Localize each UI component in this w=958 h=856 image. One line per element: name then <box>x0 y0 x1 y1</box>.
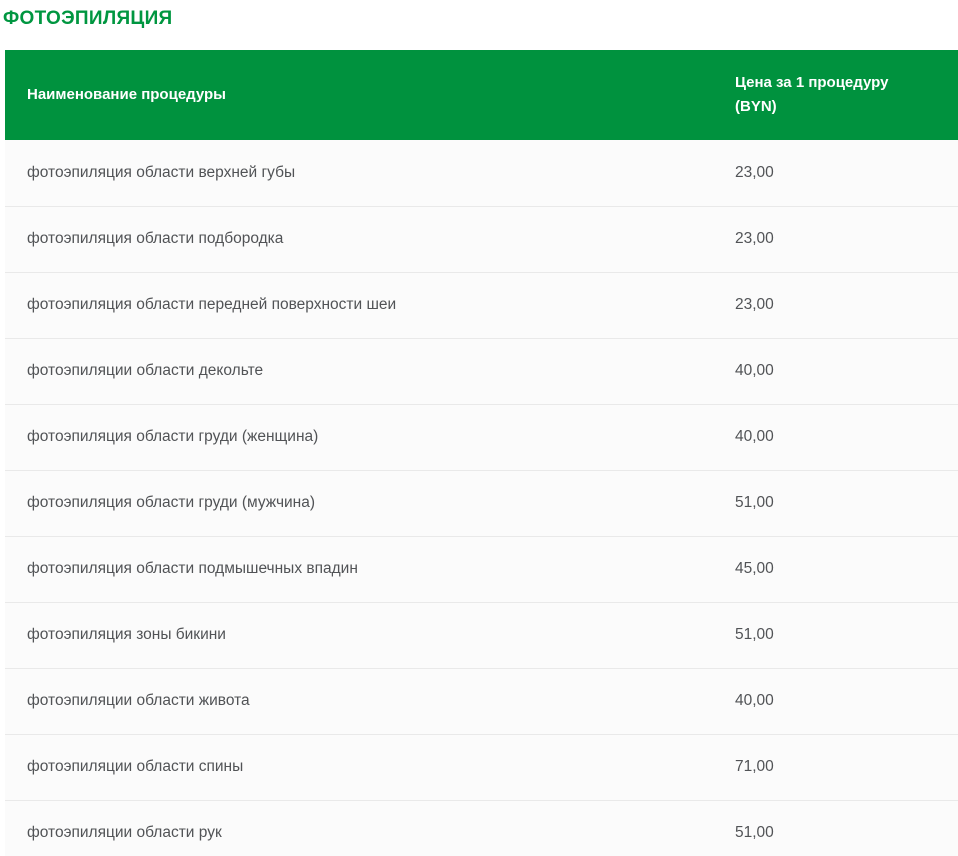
procedure-name-cell: фотоэпиляции области декольте <box>5 338 735 404</box>
price-cell: 71,00 <box>735 734 958 800</box>
table-row: фотоэпиляция области верхней губы 23,00 <box>5 140 958 206</box>
price-cell: 45,00 <box>735 536 958 602</box>
table-row: фотоэпиляции области декольте 40,00 <box>5 338 958 404</box>
price-cell: 40,00 <box>735 404 958 470</box>
table-header: Наименование процедуры Цена за 1 процеду… <box>5 50 958 140</box>
price-cell: 40,00 <box>735 338 958 404</box>
procedure-name-cell: фотоэпиляция области подмышечных впадин <box>5 536 735 602</box>
table-row: фотоэпиляция области груди (мужчина) 51,… <box>5 470 958 536</box>
table-row: фотоэпиляции области рук 51,00 <box>5 800 958 856</box>
column-header-procedure: Наименование процедуры <box>5 50 735 140</box>
table-row: фотоэпиляция зоны бикини 51,00 <box>5 602 958 668</box>
procedure-name-cell: фотоэпиляции области живота <box>5 668 735 734</box>
page-title: ФОТОЭПИЛЯЦИЯ <box>3 8 958 30</box>
price-cell: 51,00 <box>735 602 958 668</box>
procedure-name-cell: фотоэпиляция области подбородка <box>5 206 735 272</box>
price-cell: 40,00 <box>735 668 958 734</box>
procedure-name-cell: фотоэпиляция зоны бикини <box>5 602 735 668</box>
price-table: Наименование процедуры Цена за 1 процеду… <box>5 50 958 856</box>
procedure-name-cell: фотоэпиляции области рук <box>5 800 735 856</box>
table-row: фотоэпиляция области подбородка 23,00 <box>5 206 958 272</box>
procedure-name-cell: фотоэпиляция области груди (мужчина) <box>5 470 735 536</box>
column-header-price: Цена за 1 процедуру (BYN) <box>735 50 958 140</box>
price-cell: 23,00 <box>735 272 958 338</box>
table-row: фотоэпиляция области передней поверхност… <box>5 272 958 338</box>
table-row: фотоэпиляции области живота 40,00 <box>5 668 958 734</box>
price-cell: 23,00 <box>735 140 958 206</box>
price-cell: 51,00 <box>735 800 958 856</box>
price-cell: 23,00 <box>735 206 958 272</box>
table-header-row: Наименование процедуры Цена за 1 процеду… <box>5 50 958 140</box>
table-row: фотоэпиляции области спины 71,00 <box>5 734 958 800</box>
procedure-name-cell: фотоэпиляция области груди (женщина) <box>5 404 735 470</box>
procedure-name-cell: фотоэпиляция области передней поверхност… <box>5 272 735 338</box>
table-row: фотоэпиляция области груди (женщина) 40,… <box>5 404 958 470</box>
table-row: фотоэпиляция области подмышечных впадин … <box>5 536 958 602</box>
table-body: фотоэпиляция области верхней губы 23,00 … <box>5 140 958 856</box>
procedure-name-cell: фотоэпиляция области верхней губы <box>5 140 735 206</box>
procedure-name-cell: фотоэпиляции области спины <box>5 734 735 800</box>
price-cell: 51,00 <box>735 470 958 536</box>
